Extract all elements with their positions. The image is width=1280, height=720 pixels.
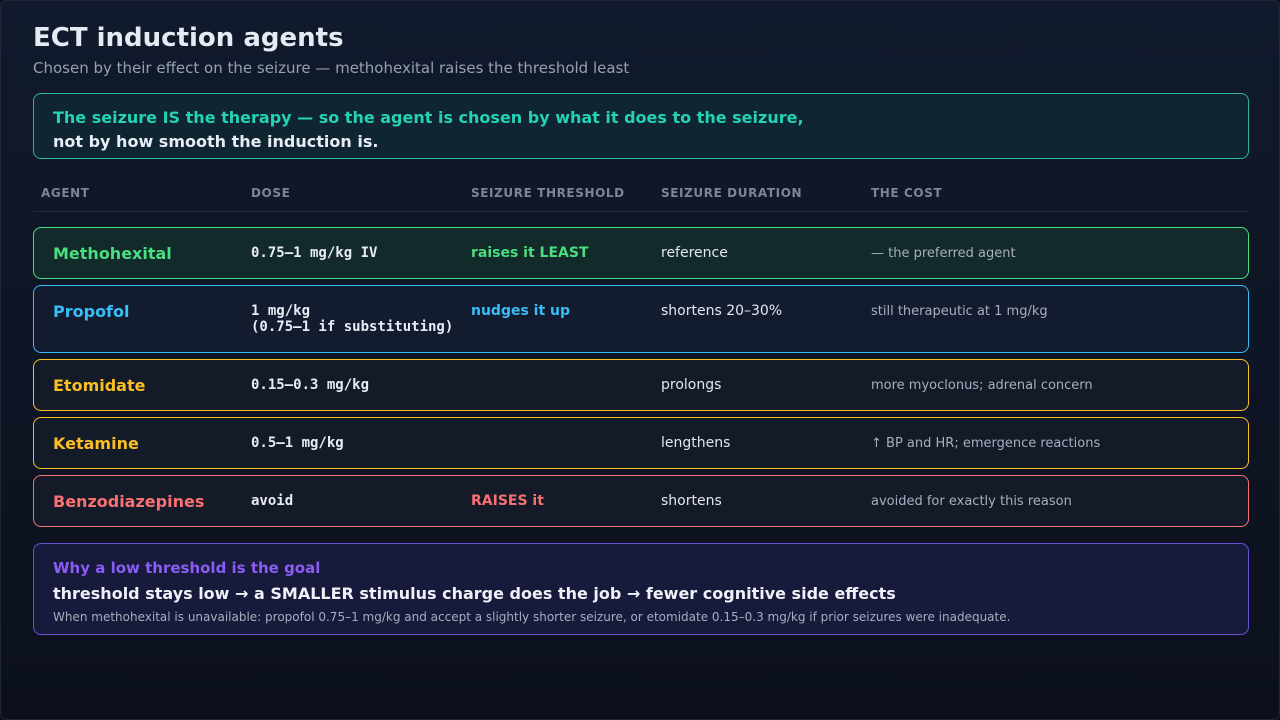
agent-name: Benzodiazepines <box>53 492 205 511</box>
agent-cost: still therapeutic at 1 mg/kg <box>871 304 1048 319</box>
seizure-duration-effect: reference <box>661 245 728 261</box>
threshold-goal-note: When methohexital is unavailable: propof… <box>53 610 1011 624</box>
dose-line: 0.75–1 mg/kg IV <box>251 245 378 261</box>
seizure-duration-effect: lengthens <box>661 435 731 451</box>
column-header-dose: DOSE <box>251 186 291 200</box>
agent-cost: more myoclonus; adrenal concern <box>871 378 1093 393</box>
seizure-threshold-effect: RAISES it <box>471 493 544 509</box>
column-header-agent: AGENT <box>41 186 90 200</box>
header-divider <box>33 211 1249 212</box>
agent-name: Methohexital <box>53 244 172 263</box>
seizure-duration-effect: shortens 20–30% <box>661 303 783 319</box>
agent-cost: avoided for exactly this reason <box>871 494 1072 509</box>
dose-line: 0.15–0.3 mg/kg <box>251 377 370 393</box>
agent-name: Ketamine <box>53 434 139 453</box>
page-subtitle: Chosen by their effect on the seizure — … <box>33 59 630 77</box>
column-header-seizure-threshold: SEIZURE THRESHOLD <box>471 186 625 200</box>
table-row: Etomidate 0.15–0.3 mg/kg prolongs more myoc… <box>33 359 1249 411</box>
dose-line: 1 mg/kg <box>251 303 311 319</box>
seizure-duration-effect: prolongs <box>661 377 722 393</box>
agent-name: Etomidate <box>53 376 146 395</box>
agent-dose: 0.75–1 mg/kg IV <box>251 245 377 261</box>
key-message-callout: The seizure IS the therapy — so the agen… <box>33 93 1249 159</box>
column-header-seizure-duration: SEIZURE DURATION <box>661 186 803 200</box>
dose-line: avoid <box>251 493 294 509</box>
agent-cost: ↑ BP and HR; emergence reactions <box>871 436 1101 451</box>
agent-dose: avoid <box>251 493 293 509</box>
agent-dose: 0.5–1 mg/kg <box>251 435 344 451</box>
agent-dose: 1 mg/kg (0.75–1 if substituting) <box>251 303 453 335</box>
dose-line: 0.5–1 mg/kg <box>251 435 344 451</box>
callout-line-2: not by how smooth the induction is. <box>53 132 379 151</box>
table-row: Methohexital 0.75–1 mg/kg IV raises it LEA… <box>33 227 1249 279</box>
column-header-cost: THE COST <box>871 186 943 200</box>
seizure-duration-effect: shortens <box>661 493 722 509</box>
table-row: Benzodiazepines avoid RAISES it shortens avo… <box>33 475 1249 527</box>
slide-frame: ECT induction agents Chosen by their eff… <box>0 0 1280 720</box>
threshold-goal-chain: threshold stays low → a SMALLER stimulus… <box>53 584 896 603</box>
dose-line: (0.75–1 if substituting) <box>251 319 454 335</box>
page-title: ECT induction agents <box>33 23 344 53</box>
threshold-goal-box: Why a low threshold is the goal threshol… <box>33 543 1249 635</box>
threshold-goal-heading: Why a low threshold is the goal <box>53 559 321 577</box>
callout-line-1: The seizure IS the therapy — so the agen… <box>53 108 804 127</box>
table-row: Propofol 1 mg/kg (0.75–1 if substituting) n… <box>33 285 1249 353</box>
agent-name: Propofol <box>53 302 130 321</box>
agent-dose: 0.15–0.3 mg/kg <box>251 377 369 393</box>
seizure-threshold-effect: nudges it up <box>471 303 571 319</box>
agent-cost: — the preferred agent <box>871 246 1016 261</box>
seizure-threshold-effect: raises it LEAST <box>471 245 589 261</box>
table-row: Ketamine 0.5–1 mg/kg lengthens ↑ BP and HR;… <box>33 417 1249 469</box>
